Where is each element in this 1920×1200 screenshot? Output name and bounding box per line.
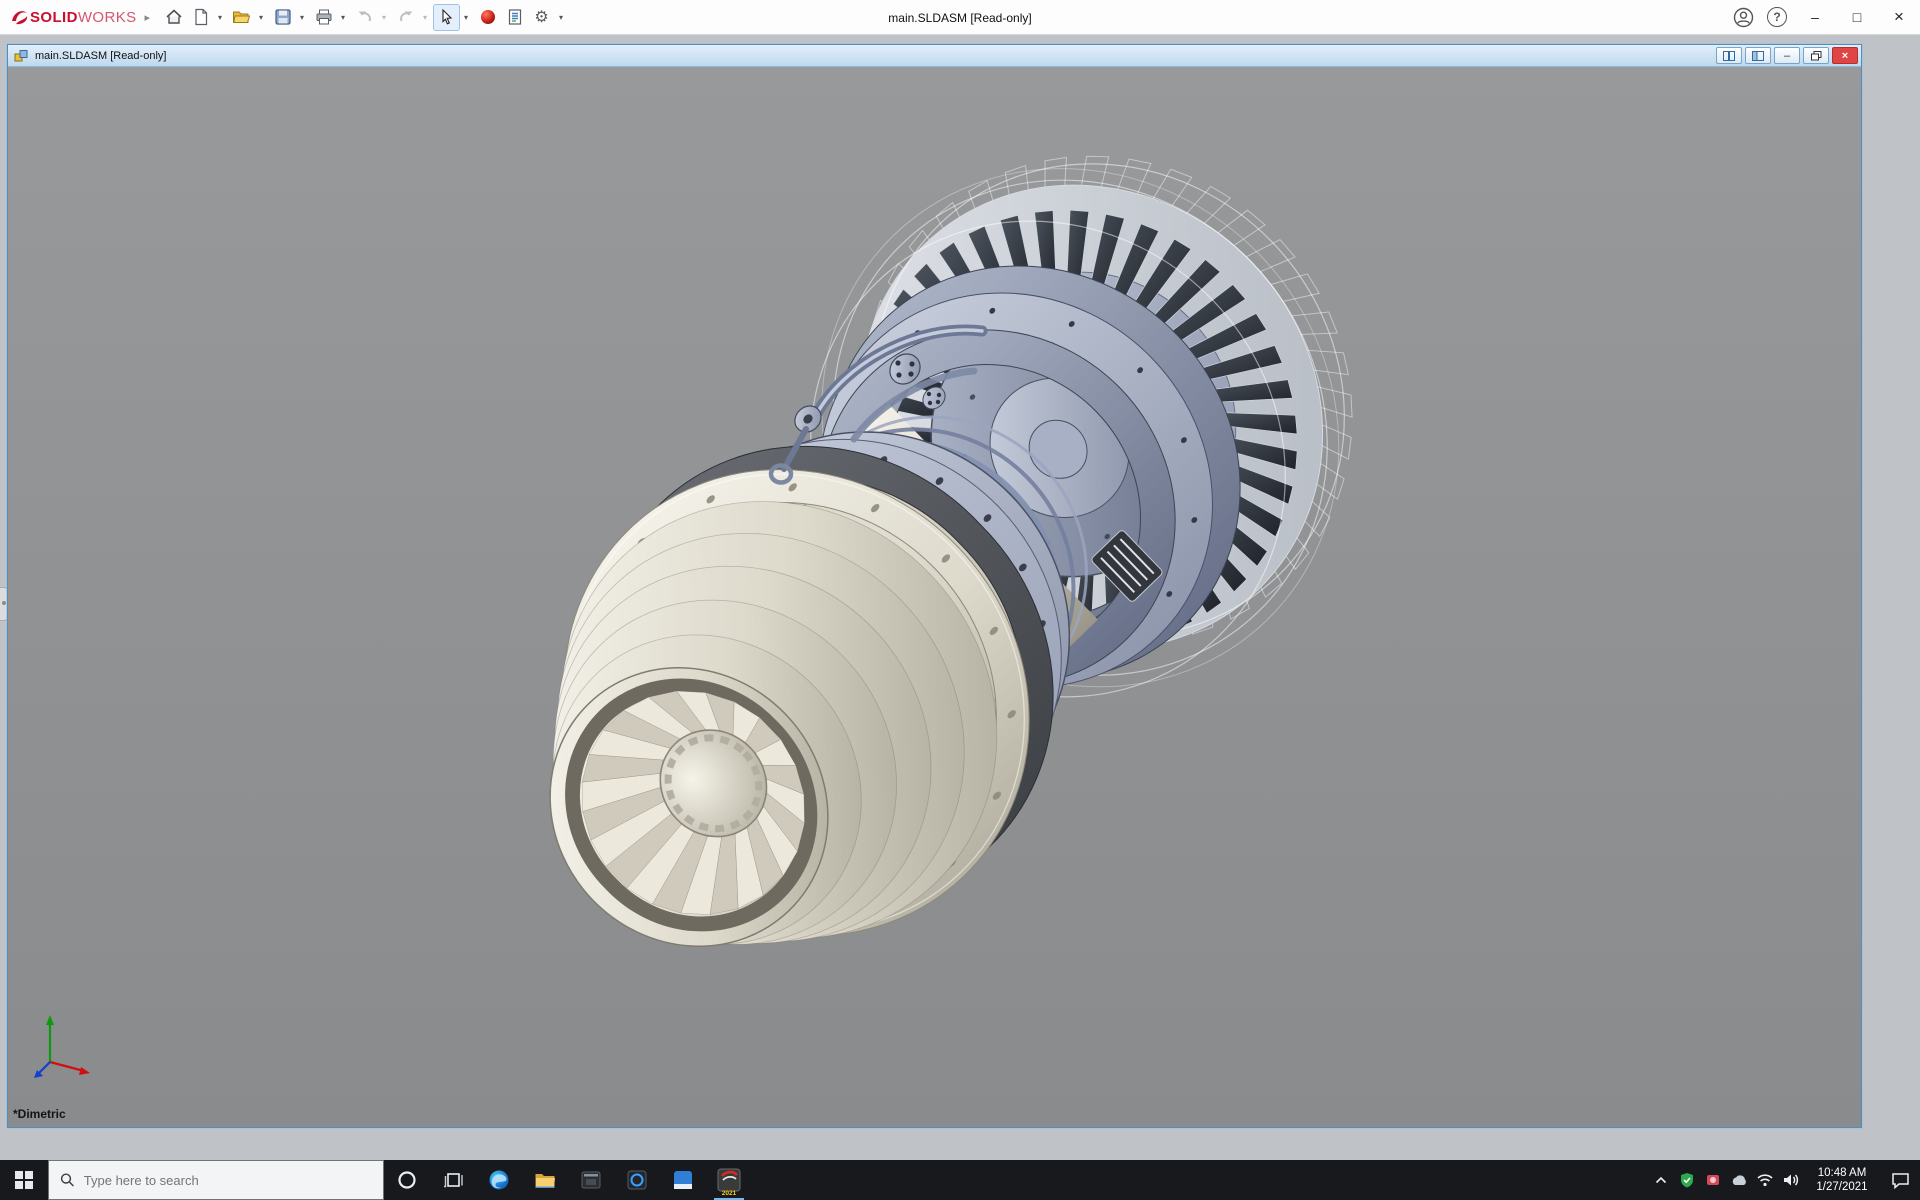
help-button[interactable]: ? <box>1760 0 1794 35</box>
account-button[interactable] <box>1726 0 1760 35</box>
open-dropdown[interactable]: ▾ <box>255 4 267 31</box>
chevron-up-icon <box>1655 1176 1667 1184</box>
file-explorer-icon <box>533 1168 557 1192</box>
options-dropdown[interactable]: ▾ <box>555 4 567 31</box>
tray-volume-button[interactable] <box>1778 1160 1804 1200</box>
tray-network-button[interactable] <box>1752 1160 1778 1200</box>
doc-restore-button[interactable] <box>1803 47 1829 64</box>
doc-split-view-button[interactable] <box>1745 47 1771 64</box>
taskbar-app-button-3[interactable] <box>660 1160 706 1200</box>
app-minimize-button[interactable]: – <box>1794 0 1836 35</box>
speaker-icon <box>1782 1172 1800 1188</box>
open-button[interactable] <box>228 4 255 31</box>
start-button[interactable] <box>0 1160 48 1200</box>
doc-minimize-button[interactable]: – <box>1774 47 1800 64</box>
3d-viewport[interactable] <box>8 67 1861 1127</box>
cortana-button[interactable] <box>384 1160 430 1200</box>
tray-security-button[interactable] <box>1674 1160 1700 1200</box>
solidworks-version-badge: 2021 <box>706 1190 752 1197</box>
mdi-background: main.SLDASM [Read-only] – × <box>0 35 1920 1160</box>
tray-show-hidden-icons-button[interactable] <box>1648 1160 1674 1200</box>
redo-button[interactable] <box>392 4 419 31</box>
app-icon-blue-window <box>671 1168 695 1192</box>
cloud-icon <box>1730 1173 1748 1187</box>
select-tool-dropdown[interactable]: ▾ <box>460 4 472 31</box>
clock-date: 1/27/2021 <box>1816 1180 1867 1194</box>
task-view-icon <box>442 1169 464 1191</box>
new-document-button[interactable] <box>187 4 214 31</box>
doc-close-button[interactable]: × <box>1832 47 1858 64</box>
brand-solid: SOLID <box>30 9 78 26</box>
dassault-logo-icon <box>10 8 30 26</box>
assembly-document-icon <box>14 49 29 63</box>
wifi-icon <box>1756 1173 1774 1187</box>
windows-logo-icon <box>15 1171 33 1189</box>
action-center-icon <box>1891 1172 1910 1189</box>
search-icon <box>60 1172 75 1188</box>
graphics-area[interactable]: *Dimetric <box>8 67 1861 1127</box>
windows-taskbar: 2021 <box>0 1160 1920 1200</box>
save-dropdown[interactable]: ▾ <box>296 4 308 31</box>
taskbar-app-button-2[interactable] <box>614 1160 660 1200</box>
edge-icon <box>487 1168 511 1192</box>
tray-gpu-button[interactable] <box>1700 1160 1726 1200</box>
3dexperience-sphere-button[interactable] <box>474 4 501 31</box>
document-title-bar[interactable]: main.SLDASM [Read-only] – × <box>8 45 1861 67</box>
file-properties-button[interactable] <box>501 4 528 31</box>
home-button[interactable] <box>160 4 187 31</box>
quick-toolbar: ▾ ▾ ▾ ▾ ▾ ▾ ▾ <box>160 4 569 31</box>
solidworks-taskbar-button[interactable]: 2021 <box>706 1160 752 1200</box>
undo-button[interactable] <box>351 4 378 31</box>
task-view-button[interactable] <box>430 1160 476 1200</box>
save-button[interactable] <box>269 4 296 31</box>
menu-flyout-icon[interactable]: ▸ <box>145 11 151 24</box>
solidworks-logo: SOLIDWORKS <box>10 8 137 26</box>
clock-time: 10:48 AM <box>1818 1166 1867 1180</box>
security-shield-icon <box>1679 1172 1695 1188</box>
file-explorer-button[interactable] <box>522 1160 568 1200</box>
doc-new-window-button[interactable] <box>1716 47 1742 64</box>
tray-cloud-button[interactable] <box>1726 1160 1752 1200</box>
solidworks-application: SOLIDWORKS ▸ ▾ ▾ ▾ ▾ <box>0 0 1920 1200</box>
document-title: main.SLDASM [Read-only] <box>35 50 166 62</box>
print-dropdown[interactable]: ▾ <box>337 4 349 31</box>
action-center-button[interactable] <box>1880 1160 1920 1200</box>
search-input[interactable] <box>84 1173 372 1188</box>
print-button[interactable] <box>310 4 337 31</box>
taskbar-app-button-1[interactable] <box>568 1160 614 1200</box>
app-title-bar: SOLIDWORKS ▸ ▾ ▾ ▾ ▾ <box>0 0 1920 35</box>
new-document-dropdown[interactable]: ▾ <box>214 4 226 31</box>
app-icon-media-player <box>625 1168 649 1192</box>
brand-works: WORKS <box>78 9 137 26</box>
undo-dropdown[interactable]: ▾ <box>378 4 390 31</box>
select-tool-button[interactable] <box>433 4 460 31</box>
view-orientation-label: *Dimetric <box>13 1107 66 1121</box>
system-tray: 10:48 AM 1/27/2021 <box>1648 1160 1920 1200</box>
redo-dropdown[interactable]: ▾ <box>419 4 431 31</box>
document-window-controls: – × <box>1716 47 1858 64</box>
cortana-icon <box>396 1169 418 1191</box>
app-icon-dark-window <box>579 1168 603 1192</box>
orientation-triad <box>34 1015 90 1078</box>
taskbar-clock[interactable]: 10:48 AM 1/27/2021 <box>1804 1160 1880 1200</box>
gpu-icon <box>1705 1172 1721 1188</box>
app-window-controls: ? – □ × <box>1726 0 1920 35</box>
edge-button[interactable] <box>476 1160 522 1200</box>
app-close-button[interactable]: × <box>1878 0 1920 35</box>
options-gear-button[interactable]: ⚙ <box>528 4 555 31</box>
app-maximize-button[interactable]: □ <box>1836 0 1878 35</box>
help-icon: ? <box>1767 7 1787 27</box>
document-window: main.SLDASM [Read-only] – × <box>7 44 1862 1128</box>
taskbar-search-box[interactable] <box>48 1160 384 1200</box>
